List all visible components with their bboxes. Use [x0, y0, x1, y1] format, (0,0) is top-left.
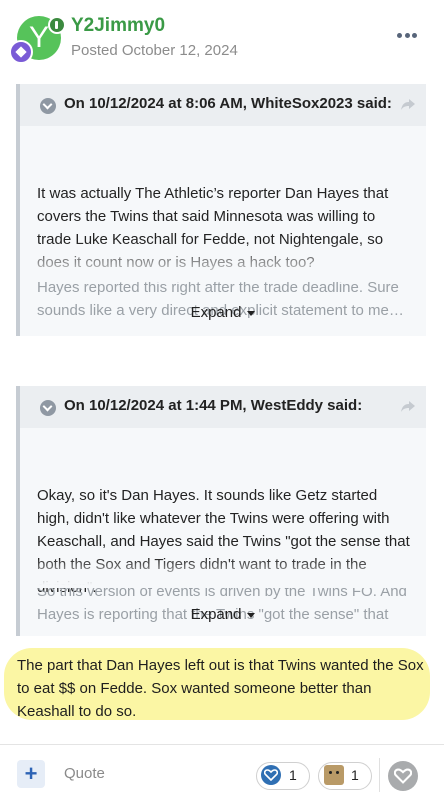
quote-block: On 10/12/2024 at 8:06 AM, WhiteSox2023 s…	[16, 84, 426, 336]
reaction-like[interactable]: 1	[256, 762, 310, 790]
quote-header[interactable]: On 10/12/2024 at 1:44 PM, WestEddy said:	[20, 386, 426, 428]
username-link[interactable]: Y2Jimmy0	[71, 15, 165, 37]
rank-badge-icon	[9, 40, 33, 64]
quote-block: On 10/12/2024 at 1:44 PM, WestEddy said:…	[16, 386, 426, 636]
expand-button[interactable]: Expand	[20, 606, 426, 623]
multiquote-add-button[interactable]: +	[17, 760, 45, 788]
divider	[379, 758, 380, 792]
react-heart-icon[interactable]	[388, 761, 418, 791]
share-arrow-icon[interactable]	[400, 98, 416, 112]
post-date: Posted October 12, 2024	[71, 42, 238, 59]
more-options-icon[interactable]	[397, 33, 417, 41]
fade-overlay	[20, 242, 426, 282]
box-face-icon	[324, 765, 344, 785]
reaction-box[interactable]: 1	[318, 762, 372, 790]
chevron-down-icon[interactable]	[40, 98, 56, 114]
like-heart-icon	[261, 765, 281, 785]
post-header: Y Y2Jimmy0 Posted October 12, 2024	[0, 0, 444, 72]
caret-down-icon	[247, 310, 256, 316]
moderator-badge-icon	[48, 16, 66, 34]
expand-button[interactable]: Expand	[20, 304, 426, 321]
reaction-count: 1	[351, 767, 359, 783]
chevron-down-icon[interactable]	[40, 400, 56, 416]
quote-button[interactable]: Quote	[64, 765, 105, 782]
quote-content: It was actually The Athletic’s reporter …	[20, 126, 426, 319]
quote-citation: On 10/12/2024 at 1:44 PM, WestEddy said:	[64, 397, 363, 414]
quote-citation: On 10/12/2024 at 8:06 AM, WhiteSox2023 s…	[64, 95, 392, 112]
share-arrow-icon[interactable]	[400, 400, 416, 414]
divider	[0, 744, 444, 745]
quote-header[interactable]: On 10/12/2024 at 8:06 AM, WhiteSox2023 s…	[20, 84, 426, 126]
fade-overlay	[20, 558, 426, 588]
post-body-text: The part that Dan Hayes left out is that…	[17, 657, 424, 720]
caret-down-icon	[247, 612, 256, 618]
reaction-count: 1	[289, 767, 297, 783]
